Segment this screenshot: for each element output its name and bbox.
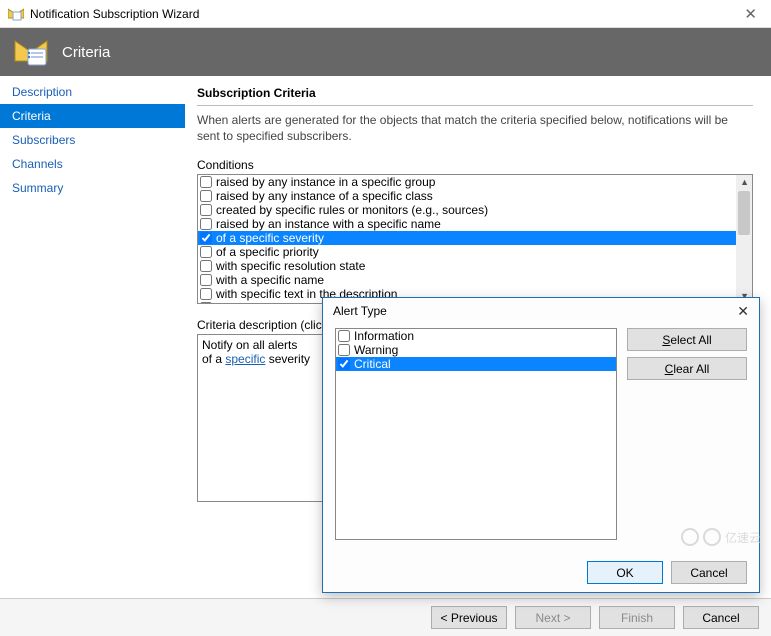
nav-item-channels[interactable]: Channels (0, 152, 185, 176)
condition-checkbox[interactable] (200, 302, 212, 303)
condition-item[interactable]: raised by an instance with a specific na… (198, 217, 736, 231)
close-icon[interactable]: ✕ (737, 303, 749, 320)
nav-item-subscribers[interactable]: Subscribers (0, 128, 185, 152)
dialog-title: Alert Type (333, 304, 387, 318)
dialog-title-bar: Alert Type ✕ (323, 298, 759, 324)
conditions-label: Conditions (197, 158, 753, 172)
condition-checkbox[interactable] (200, 190, 212, 202)
condition-label: created by specific rules or monitors (e… (216, 203, 488, 217)
next-button: Next > (515, 606, 591, 629)
specific-link[interactable]: specific (225, 352, 265, 366)
wizard-nav: DescriptionCriteriaSubscribersChannelsSu… (0, 76, 185, 502)
cancel-button[interactable]: Cancel (683, 606, 759, 629)
watermark: 亿速云 (681, 528, 761, 546)
condition-checkbox[interactable] (200, 288, 212, 300)
ok-button[interactable]: OK (587, 561, 663, 584)
alert-type-checkbox[interactable] (338, 344, 350, 356)
watermark-text: 亿速云 (725, 529, 761, 546)
alert-type-dialog: Alert Type ✕ InformationWarningCritical … (322, 297, 760, 593)
alert-type-item[interactable]: Critical (336, 357, 616, 371)
alert-type-label: Warning (354, 343, 398, 357)
condition-label: with specific resolution state (216, 259, 365, 273)
condition-item[interactable]: created by specific rules or monitors (e… (198, 203, 736, 217)
envelope-icon (14, 37, 48, 67)
condition-item[interactable]: raised by any instance in a specific gro… (198, 175, 736, 189)
condition-label: raised by any instance in a specific gro… (216, 175, 435, 189)
scroll-thumb[interactable] (738, 191, 750, 235)
alert-type-item[interactable]: Information (336, 329, 616, 343)
condition-item[interactable]: raised by any instance of a specific cla… (198, 189, 736, 203)
condition-checkbox[interactable] (200, 218, 212, 230)
nav-item-criteria[interactable]: Criteria (0, 104, 185, 128)
title-bar: Notification Subscription Wizard ✕ (0, 0, 771, 28)
finish-button: Finish (599, 606, 675, 629)
alert-type-label: Information (354, 329, 414, 343)
condition-checkbox[interactable] (200, 204, 212, 216)
condition-label: of a specific severity (216, 231, 324, 245)
condition-item[interactable]: with specific resolution state (198, 259, 736, 273)
condition-item[interactable]: with a specific name (198, 273, 736, 287)
alert-type-checkbox[interactable] (338, 358, 350, 370)
window-title: Notification Subscription Wizard (30, 7, 199, 21)
select-all-button[interactable]: Select All (627, 328, 747, 351)
previous-button[interactable]: < Previous (431, 606, 507, 629)
condition-item[interactable]: of a specific priority (198, 245, 736, 259)
clear-all-button[interactable]: Clear All (627, 357, 747, 380)
nav-item-description[interactable]: Description (0, 80, 185, 104)
header-title: Criteria (62, 44, 110, 61)
alert-type-item[interactable]: Warning (336, 343, 616, 357)
app-icon (8, 6, 24, 22)
condition-label: with a specific name (216, 273, 324, 287)
conditions-listbox[interactable]: raised by any instance in a specific gro… (197, 174, 753, 304)
alert-type-checkbox[interactable] (338, 330, 350, 342)
close-icon[interactable]: ✕ (738, 3, 763, 25)
scroll-up-icon[interactable]: ▲ (740, 177, 749, 187)
condition-checkbox[interactable] (200, 260, 212, 272)
wizard-footer: < Previous Next > Finish Cancel (0, 598, 771, 636)
condition-checkbox[interactable] (200, 176, 212, 188)
section-title: Subscription Criteria (197, 86, 753, 106)
section-description: When alerts are generated for the object… (197, 112, 753, 144)
dialog-cancel-button[interactable]: Cancel (671, 561, 747, 584)
condition-item[interactable]: of a specific severity (198, 231, 736, 245)
condition-label: of a specific priority (216, 245, 319, 259)
alert-type-list[interactable]: InformationWarningCritical (335, 328, 617, 540)
nav-item-summary[interactable]: Summary (0, 176, 185, 200)
alert-type-label: Critical (354, 357, 391, 371)
condition-checkbox[interactable] (200, 274, 212, 286)
condition-checkbox[interactable] (200, 232, 212, 244)
condition-label: raised by an instance with a specific na… (216, 217, 441, 231)
watermark-logo-icon (681, 528, 699, 546)
condition-label: raised by any instance of a specific cla… (216, 189, 433, 203)
condition-checkbox[interactable] (200, 246, 212, 258)
watermark-logo-icon (703, 528, 721, 546)
wizard-header: Criteria (0, 28, 771, 76)
scrollbar[interactable]: ▲ ▼ (736, 175, 752, 303)
